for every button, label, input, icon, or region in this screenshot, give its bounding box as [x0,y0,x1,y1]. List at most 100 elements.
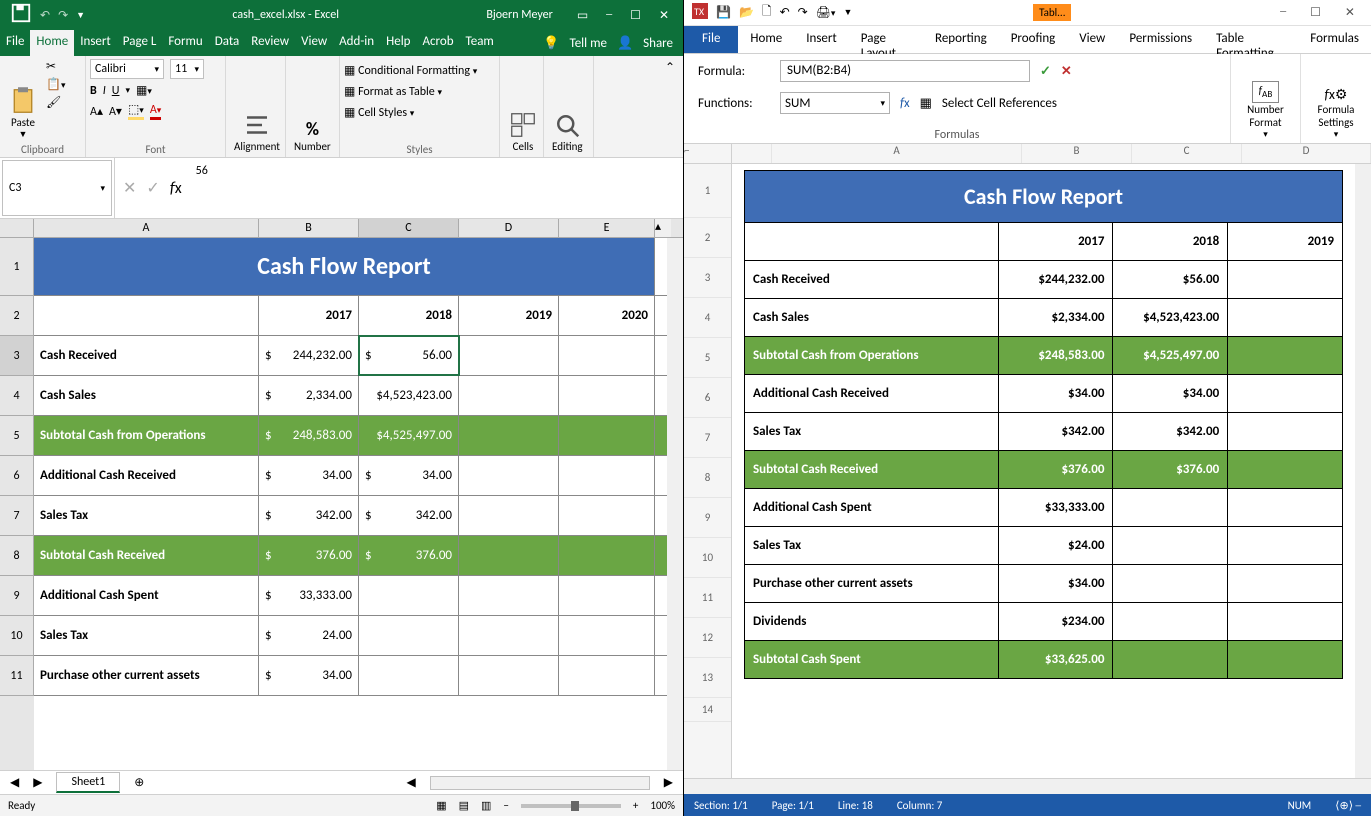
row-header-11[interactable]: 11 [0,656,34,696]
sheet-tab[interactable]: Sheet1 [56,772,120,793]
cell[interactable]: 2017 [259,296,359,335]
close-icon[interactable]: ✕ [659,8,669,23]
tx-tab-table-formatting[interactable]: Table Formatting [1204,26,1298,53]
cell[interactable]: $4,525,497.00 [1113,337,1228,375]
cell-label[interactable]: Additional Cash Spent [34,576,259,615]
decrease-font-icon[interactable]: A▾ [109,104,122,119]
tx-vscrollbar[interactable] [1355,164,1371,778]
copy-icon[interactable]: 📋▾ [46,77,65,92]
cell[interactable] [1113,489,1228,527]
tellme-icon[interactable]: 💡 [543,36,559,51]
tx-row-header[interactable]: 13 [684,658,731,698]
cell[interactable] [1113,641,1228,679]
tx-row-header[interactable]: 5 [684,338,731,378]
cell[interactable]: $248,583.00 [259,416,359,455]
zoom-level[interactable]: 100% [650,799,675,812]
cell-label[interactable]: Purchase other current assets [34,656,259,695]
tab-review[interactable]: Review [245,30,295,56]
cell-label[interactable]: Dividends [745,603,999,641]
report-title[interactable]: Cash Flow Report [745,171,1343,223]
enter-formula-icon[interactable]: ✓ [146,178,159,198]
cell[interactable]: 2018 [359,296,459,335]
cell[interactable] [1228,603,1343,641]
col-header-d[interactable]: D [459,219,559,237]
font-color-button[interactable]: A▾ [150,103,161,120]
tx-row-header[interactable]: 14 [684,698,731,722]
col-header-e[interactable]: E [559,219,655,237]
tx-minimize-icon[interactable]: ─ [1280,5,1286,20]
cell-label[interactable]: Sales Tax [745,527,999,565]
tx-row-header[interactable]: 6 [684,378,731,418]
cell[interactable] [1113,603,1228,641]
select-cell-refs-label[interactable]: Select Cell References [942,96,1057,111]
tx-new-icon[interactable]: 🗋 [762,2,772,23]
cell-label[interactable]: Subtotal Cash Received [745,451,999,489]
tx-tab-view[interactable]: View [1067,26,1117,53]
cell[interactable]: $342.00 [1113,413,1228,451]
paste-button[interactable]: Paste ▼ [4,59,42,142]
row-header-4[interactable]: 4 [0,376,34,416]
cell[interactable]: $244,232.00 [259,336,359,375]
cell-label[interactable]: Subtotal Cash Received [34,536,259,575]
tx-row-header[interactable]: 12 [684,618,731,658]
cell[interactable] [459,456,559,495]
cell[interactable] [1228,451,1343,489]
cell[interactable]: $4,523,423.00 [1113,299,1228,337]
cut-icon[interactable]: ✂ [46,59,65,74]
formula-cancel-icon[interactable]: ✕ [1061,64,1072,79]
view-normal-icon[interactable]: ▦ [436,799,446,812]
ruler-col-d[interactable]: D [1242,144,1371,163]
cell[interactable]: $56.00 [1113,261,1228,299]
cell[interactable] [359,576,459,615]
number-button[interactable]: %Number [290,59,335,155]
tx-redo-icon[interactable]: ↷ [798,5,808,20]
ruler-col-a[interactable]: A [772,144,1022,163]
cell[interactable] [1228,337,1343,375]
cell-label[interactable]: Additional Cash Spent [745,489,999,527]
cell-label[interactable]: Sales Tax [34,616,259,655]
cells-button[interactable]: Cells [504,59,542,155]
tellme-label[interactable]: Tell me [570,36,607,51]
tab-acrobat[interactable]: Acrob [417,30,460,56]
row-header-10[interactable]: 10 [0,616,34,656]
cell[interactable] [459,616,559,655]
tx-maximize-icon[interactable]: ☐ [1310,5,1321,20]
cell[interactable]: $342.00 [259,496,359,535]
cell-label[interactable]: Cash Received [745,261,999,299]
select-all-corner[interactable] [0,219,34,237]
select-cell-refs-icon[interactable]: ▦ [920,96,932,111]
row-header-6[interactable]: 6 [0,456,34,496]
cell[interactable] [1113,527,1228,565]
tab-insert[interactable]: Insert [74,30,117,56]
tab-page-layout[interactable]: Page L [117,30,163,56]
ruler-col-b[interactable]: B [1022,144,1132,163]
row-header-8[interactable]: 8 [0,536,34,576]
cell[interactable] [459,416,559,455]
tx-row-header[interactable]: 11 [684,578,731,618]
share-label[interactable]: Share [643,36,673,51]
editing-button[interactable]: Editing [548,59,587,155]
border-button[interactable]: ▦▾ [136,83,152,98]
cell[interactable] [459,656,559,695]
collapse-ribbon-icon[interactable]: ⌃ [657,56,683,157]
bold-button[interactable]: B [90,84,97,98]
cell[interactable]: $4,525,497.00 [359,416,459,455]
tx-row-header[interactable]: 9 [684,498,731,538]
cell[interactable]: $34.00 [259,656,359,695]
tx-hscrollbar[interactable] [684,778,1371,794]
cell[interactable]: $2,334.00 [998,299,1113,337]
row-header-9[interactable]: 9 [0,576,34,616]
cell[interactable]: $33,625.00 [998,641,1113,679]
cell[interactable]: $342.00 [998,413,1113,451]
ruler-col-c[interactable]: C [1132,144,1242,163]
name-box[interactable]: C3▾ [2,160,112,216]
cell[interactable] [559,376,655,415]
new-sheet-button[interactable]: ⊕ [134,775,144,790]
formula-input[interactable]: 56 [190,158,683,218]
cell-label[interactable]: Additional Cash Received [745,375,999,413]
formula-accept-icon[interactable]: ✓ [1040,64,1051,79]
cell[interactable] [1228,299,1343,337]
cell[interactable]: $2,334.00 [259,376,359,415]
cell-label[interactable]: Additional Cash Received [34,456,259,495]
hscrollbar[interactable] [430,776,650,790]
